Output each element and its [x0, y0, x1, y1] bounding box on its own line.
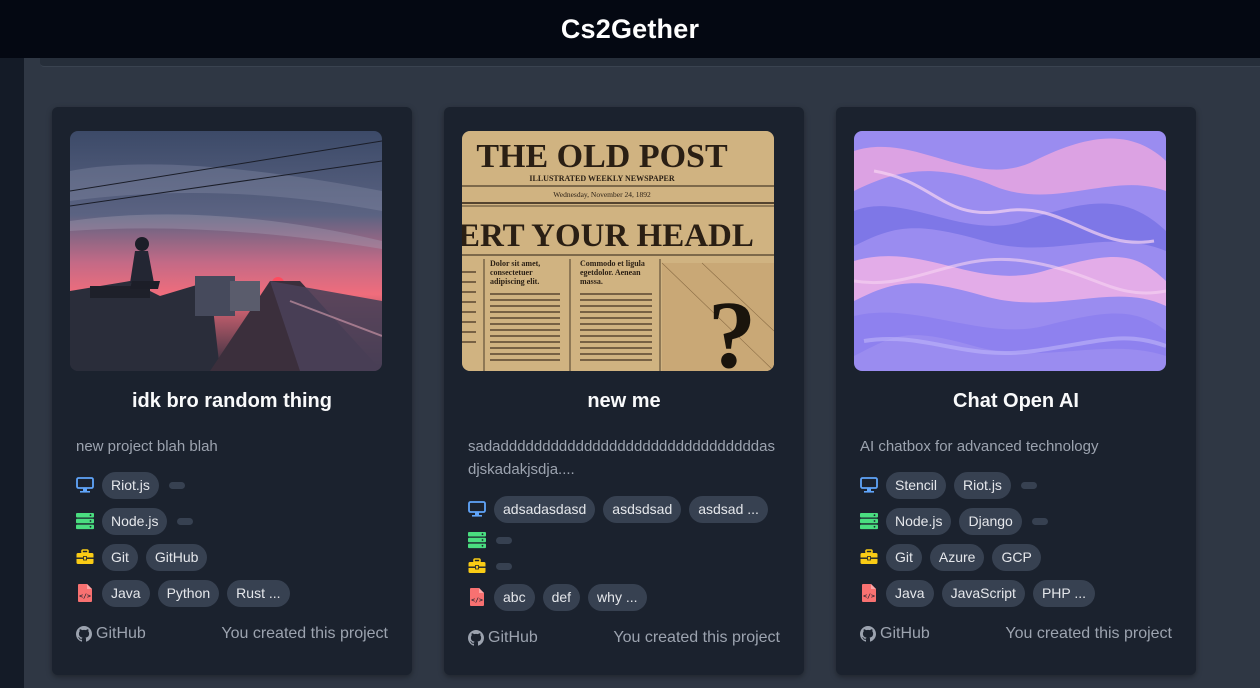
tools-row — [468, 552, 512, 580]
languages-row: </> abc def why ... — [468, 583, 655, 611]
github-icon — [860, 626, 876, 642]
tech-tag[interactable]: JavaScript — [941, 579, 1025, 607]
server-icon — [468, 531, 486, 549]
empty-tag — [496, 536, 512, 544]
tech-tag[interactable]: Django — [959, 507, 1022, 535]
project-description: sadadddddddddddddddddddddddddddddddasdjs… — [468, 438, 775, 478]
project-image — [854, 131, 1166, 371]
monitor-icon — [468, 500, 486, 518]
ownership-status: You created this project — [221, 625, 388, 642]
masthead-date: Wednesday, November 24, 1892 — [553, 190, 651, 199]
languages-row: </> Java JavaScript PHP ... — [860, 579, 1103, 607]
github-link[interactable]: GitHub — [860, 625, 930, 643]
empty-tag — [496, 562, 512, 570]
empty-tag — [1020, 481, 1037, 489]
tech-tag[interactable]: Azure — [929, 543, 985, 571]
project-image — [70, 131, 382, 371]
backend-row — [468, 526, 512, 554]
empty-tag — [168, 481, 185, 489]
tech-tag[interactable]: Git — [886, 543, 922, 571]
card-footer: GitHub You created this project — [468, 629, 780, 647]
project-description: AI chatbox for advanced technology — [860, 438, 1099, 455]
tech-tag[interactable]: Rust ... — [227, 579, 290, 607]
svg-text:</>: </> — [863, 592, 875, 600]
github-link-label: GitHub — [488, 629, 538, 646]
article-col-1: Dolor sit amet, consectetuer adipiscing … — [490, 259, 541, 286]
card-footer: GitHub You created this project — [76, 625, 388, 643]
backend-row: Node.js Django — [860, 507, 1048, 535]
project-card[interactable]: idk bro random thing new project blah bl… — [52, 107, 412, 675]
empty-tag — [1031, 517, 1048, 525]
server-icon — [76, 512, 94, 530]
tech-tag[interactable]: Python — [157, 579, 220, 607]
code-file-icon: </> — [860, 584, 878, 602]
tech-tag[interactable]: Stencil — [886, 471, 947, 499]
github-icon — [76, 626, 92, 642]
tech-tag[interactable]: Node.js — [886, 507, 952, 535]
tech-tag[interactable]: Riot.js — [954, 471, 1011, 499]
monitor-icon — [860, 476, 878, 494]
app-title[interactable]: Cs2Gether — [561, 14, 699, 45]
ownership-status: You created this project — [613, 629, 780, 646]
tech-tag[interactable]: Riot.js — [102, 471, 159, 499]
code-file-icon: </> — [76, 584, 94, 602]
tech-tag[interactable]: Node.js — [102, 507, 168, 535]
tech-tag[interactable]: Git — [102, 543, 138, 571]
masthead-subtitle: ILLUSTRATED WEEKLY NEWSPAPER — [529, 174, 674, 183]
project-card[interactable]: Chat Open AI AI chatbox for advanced tec… — [836, 107, 1196, 675]
monitor-icon — [76, 476, 94, 494]
tech-tag[interactable]: GitHub — [145, 543, 208, 571]
question-mark-text: ? — [708, 281, 756, 371]
svg-text:</>: </> — [79, 592, 91, 600]
side-panel-edge — [0, 58, 24, 688]
tools-row: Git Azure GCP — [860, 543, 1049, 571]
github-link-label: GitHub — [96, 625, 146, 642]
top-navbar: Cs2Gether — [0, 0, 1260, 58]
tech-tag[interactable]: abc — [494, 583, 535, 611]
headline-text: ERT YOUR HEADL — [462, 218, 754, 254]
ownership-status: You created this project — [1005, 625, 1172, 642]
frontend-row: Stencil Riot.js — [860, 471, 1037, 499]
server-icon — [860, 512, 878, 530]
github-link[interactable]: GitHub — [76, 625, 146, 643]
frontend-row: Riot.js — [76, 471, 185, 499]
tech-tag[interactable]: why ... — [588, 583, 647, 611]
project-title[interactable]: Chat Open AI — [836, 390, 1196, 413]
toolbox-icon — [76, 548, 94, 566]
code-file-icon: </> — [468, 588, 486, 606]
project-description: new project blah blah — [76, 438, 218, 455]
tech-tag[interactable]: GCP — [992, 543, 1041, 571]
project-card[interactable]: THE OLD POST ILLUSTRATED WEEKLY NEWSPAPE… — [444, 107, 804, 675]
frontend-row: adsadasdasd asdsdsad asdsad ... — [468, 495, 776, 523]
card-footer: GitHub You created this project — [860, 625, 1172, 643]
toolbox-icon — [860, 548, 878, 566]
github-icon — [468, 630, 484, 646]
masthead-text: THE OLD POST — [476, 138, 728, 175]
toolbox-icon — [468, 557, 486, 575]
tech-tag[interactable]: asdsdsad — [603, 495, 682, 523]
languages-row: </> Java Python Rust ... — [76, 579, 298, 607]
empty-tag — [177, 517, 194, 525]
tech-tag[interactable]: Java — [102, 579, 150, 607]
github-link-label: GitHub — [880, 625, 930, 642]
tech-tag[interactable]: adsadasdasd — [494, 495, 596, 523]
backend-row: Node.js — [76, 507, 194, 535]
filter-bar-edge — [40, 58, 1260, 67]
tools-row: Git GitHub — [76, 543, 215, 571]
project-title[interactable]: idk bro random thing — [52, 390, 412, 413]
svg-text:</>: </> — [471, 596, 483, 604]
tech-tag[interactable]: Java — [886, 579, 934, 607]
article-col-2: Commodo et ligula egetdolor. Aenean mass… — [580, 259, 645, 286]
github-link[interactable]: GitHub — [468, 629, 538, 647]
project-image: THE OLD POST ILLUSTRATED WEEKLY NEWSPAPE… — [462, 131, 774, 371]
tech-tag[interactable]: PHP ... — [1032, 579, 1096, 607]
tech-tag[interactable]: asdsad ... — [689, 495, 768, 523]
tech-tag[interactable]: def — [542, 583, 581, 611]
project-title[interactable]: new me — [444, 390, 804, 413]
